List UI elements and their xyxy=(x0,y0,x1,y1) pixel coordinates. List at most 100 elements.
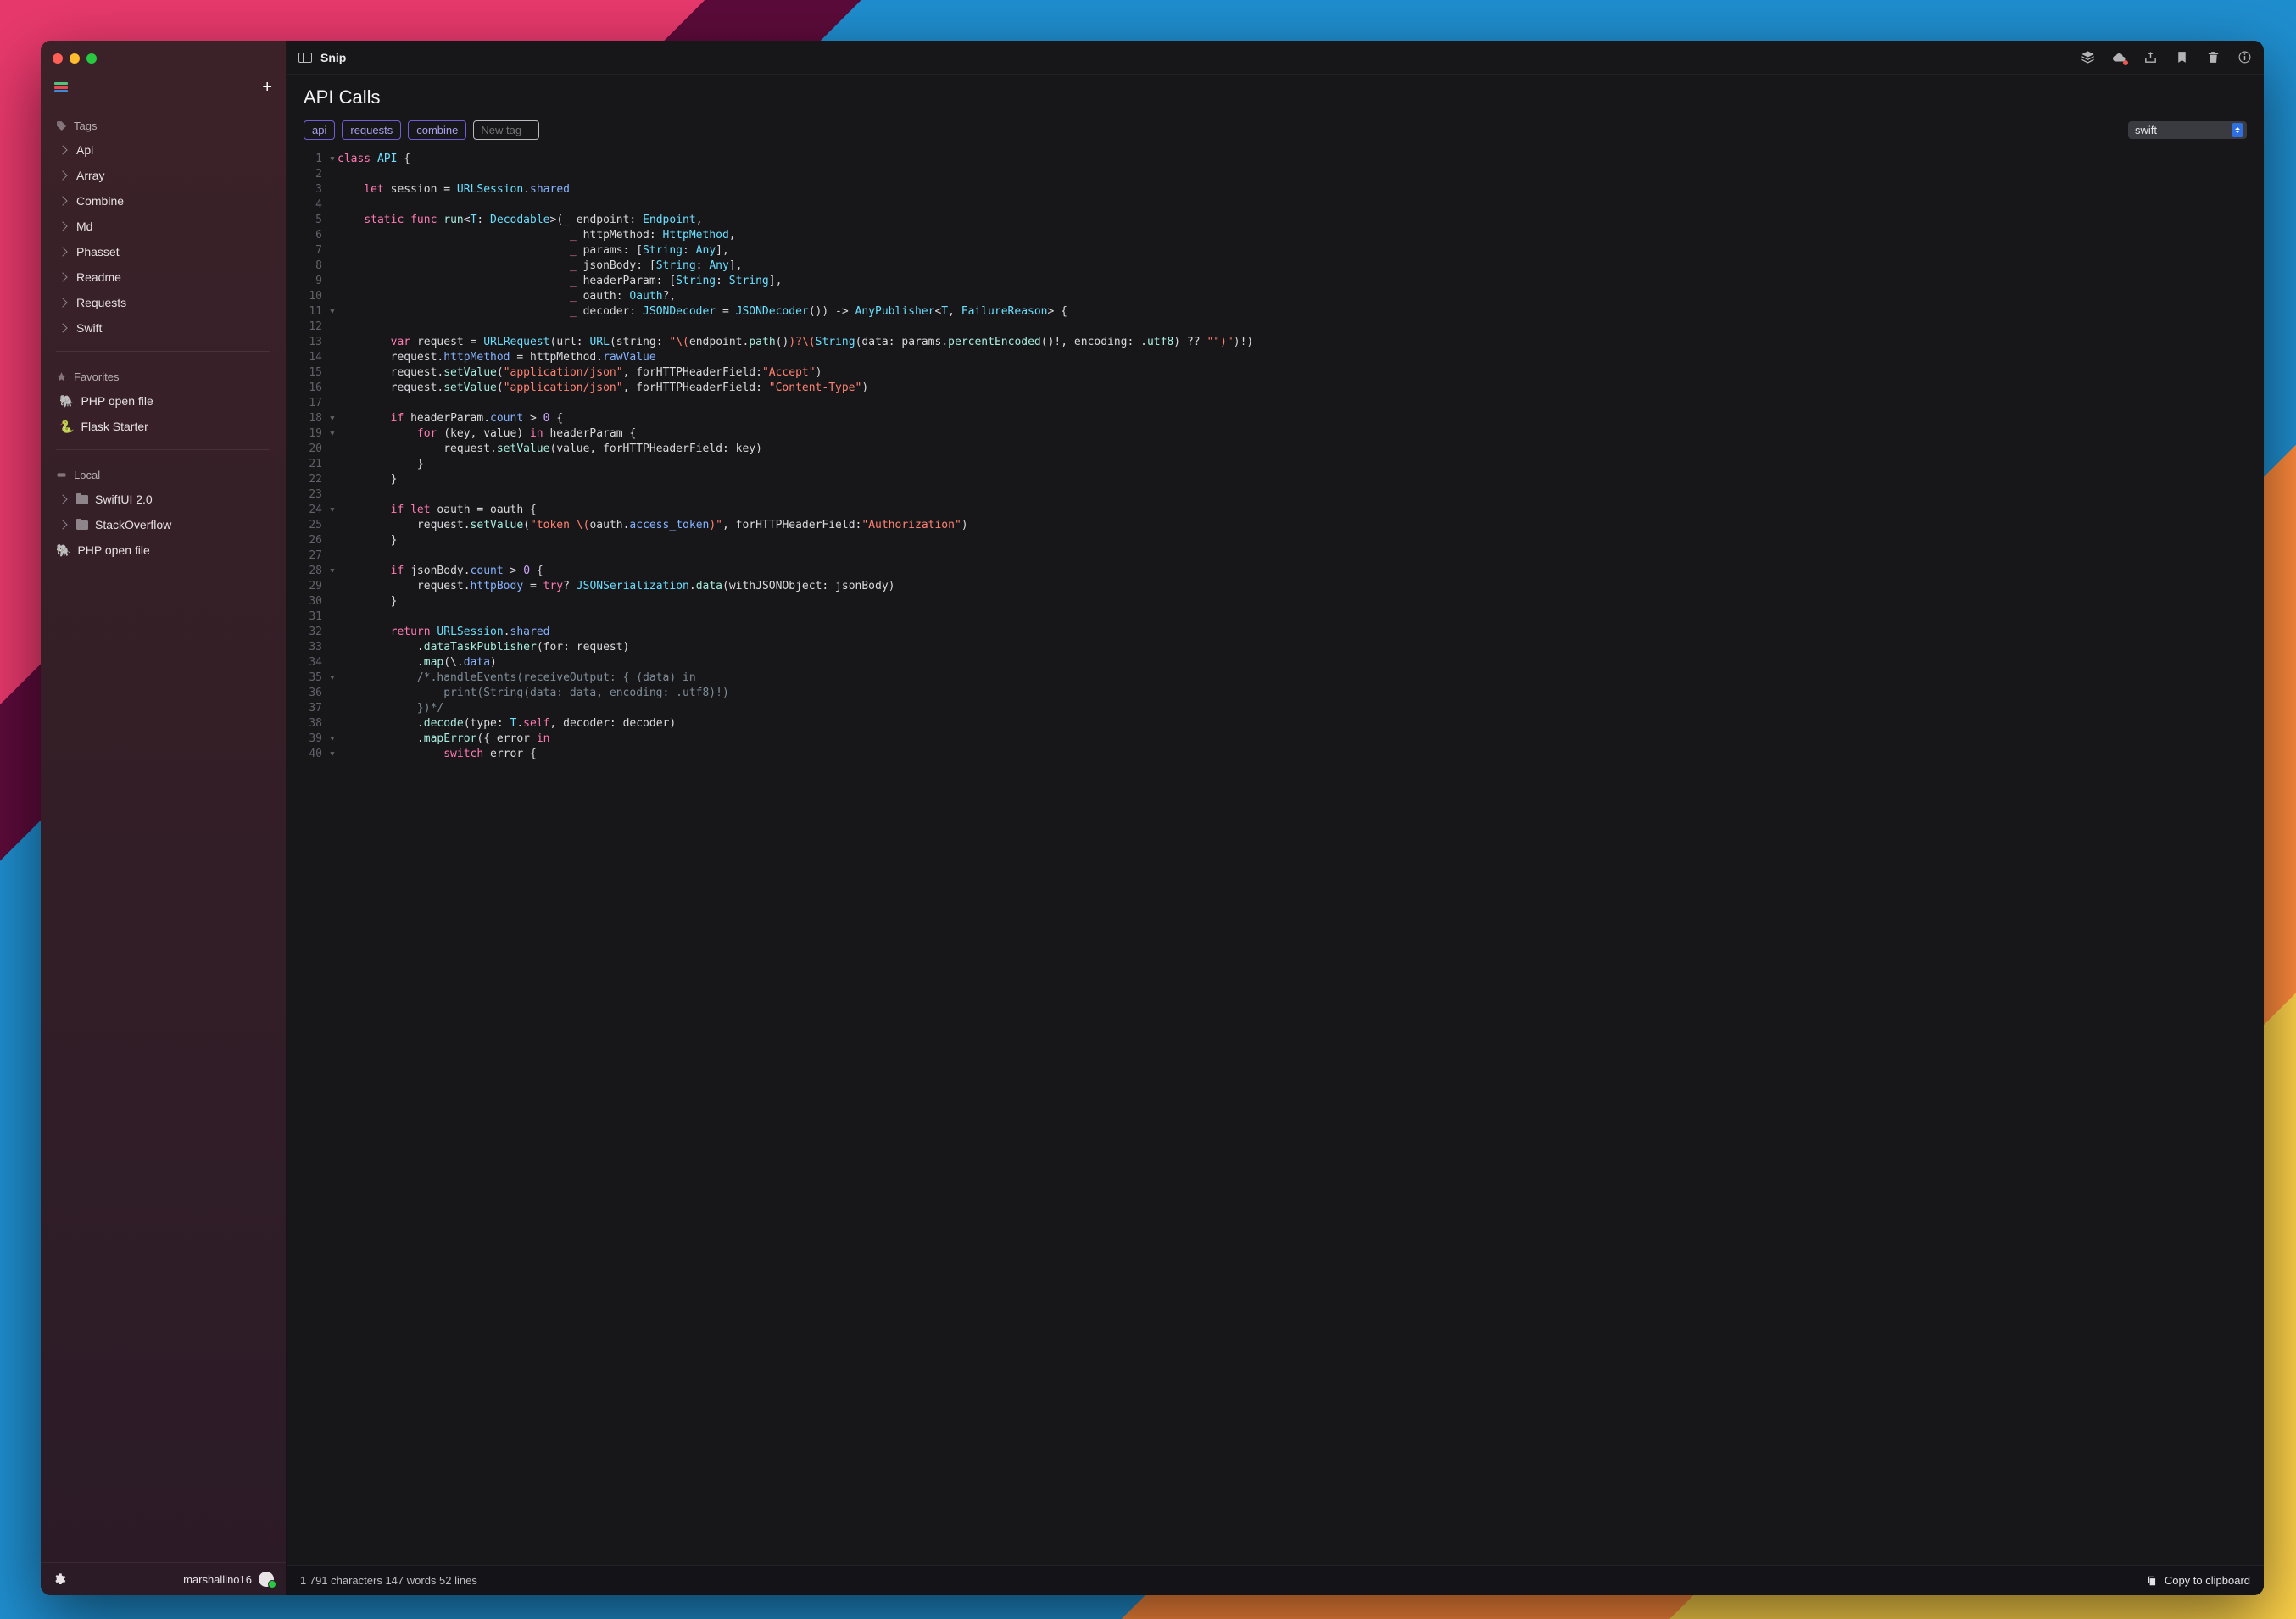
code-content[interactable]: .mapError({ error in xyxy=(337,732,2264,747)
code-content[interactable]: let session = URLSession.shared xyxy=(337,182,2264,198)
fold-toggle-icon xyxy=(329,274,337,289)
line-number: 28 xyxy=(287,564,329,579)
document-tag[interactable]: combine xyxy=(408,120,466,140)
cloud-sync-icon[interactable] xyxy=(2112,50,2126,64)
divider xyxy=(56,449,270,450)
fold-toggle-icon[interactable]: ▾ xyxy=(329,732,337,747)
sidebar-tag-phasset[interactable]: Phasset xyxy=(47,239,279,264)
code-line: 36 print(String(data: data, encoding: .u… xyxy=(287,686,2264,701)
local-item[interactable]: 🐘PHP open file xyxy=(47,537,279,563)
code-content[interactable]: request.setValue(value, forHTTPHeaderFie… xyxy=(337,442,2264,457)
fold-toggle-icon xyxy=(329,320,337,335)
code-content[interactable]: } xyxy=(337,533,2264,548)
code-content[interactable]: } xyxy=(337,457,2264,472)
code-content[interactable]: static func run<T: Decodable>(_ endpoint… xyxy=(337,213,2264,228)
sidebar-tag-combine[interactable]: Combine xyxy=(47,188,279,214)
fold-toggle-icon[interactable]: ▾ xyxy=(329,411,337,426)
code-content[interactable]: _ jsonBody: [String: Any], xyxy=(337,259,2264,274)
bookmark-icon[interactable] xyxy=(2175,50,2189,64)
code-content[interactable]: request.httpMethod = httpMethod.rawValue xyxy=(337,350,2264,365)
info-icon[interactable] xyxy=(2237,50,2252,64)
code-editor[interactable]: 1▾class API {23 let session = URLSession… xyxy=(287,147,2264,1565)
close-window-button[interactable] xyxy=(53,53,63,64)
fold-toggle-icon[interactable]: ▾ xyxy=(329,304,337,320)
code-line: 10 _ oauth: Oauth?, xyxy=(287,289,2264,304)
gear-icon[interactable] xyxy=(53,1572,66,1586)
code-content[interactable] xyxy=(337,396,2264,411)
new-tag-input[interactable] xyxy=(473,120,539,140)
code-line: 5 static func run<T: Decodable>(_ endpoi… xyxy=(287,213,2264,228)
fold-toggle-icon[interactable]: ▾ xyxy=(329,747,337,762)
sidebar-tag-requests[interactable]: Requests xyxy=(47,290,279,315)
code-content[interactable]: class API { xyxy=(337,152,2264,167)
code-content[interactable] xyxy=(337,609,2264,625)
favorite-item[interactable]: 🐘PHP open file xyxy=(47,388,279,414)
code-content[interactable]: request.setValue("application/json", for… xyxy=(337,381,2264,396)
code-content[interactable]: _ httpMethod: HttpMethod, xyxy=(337,228,2264,243)
language-select-wrap: swift xyxy=(2128,121,2247,139)
copy-to-clipboard-button[interactable]: Copy to clipboard xyxy=(2146,1574,2250,1587)
code-content[interactable]: if headerParam.count > 0 { xyxy=(337,411,2264,426)
code-content[interactable]: /*.handleEvents(receiveOutput: { (data) … xyxy=(337,670,2264,686)
code-content[interactable]: .dataTaskPublisher(for: request) xyxy=(337,640,2264,655)
code-content[interactable] xyxy=(337,167,2264,182)
code-content[interactable]: switch error { xyxy=(337,747,2264,762)
tag-icon xyxy=(56,120,67,131)
sidebar-tag-md[interactable]: Md xyxy=(47,214,279,239)
code-content[interactable]: _ headerParam: [String: String], xyxy=(337,274,2264,289)
language-select[interactable]: swift xyxy=(2128,121,2247,139)
code-content[interactable]: _ oauth: Oauth?, xyxy=(337,289,2264,304)
code-line: 19▾ for (key, value) in headerParam { xyxy=(287,426,2264,442)
code-line: 8 _ jsonBody: [String: Any], xyxy=(287,259,2264,274)
local-item[interactable]: SwiftUI 2.0 xyxy=(47,487,279,512)
code-content[interactable]: request.httpBody = try? JSONSerializatio… xyxy=(337,579,2264,594)
snippets-list-icon[interactable] xyxy=(54,82,68,92)
code-content[interactable]: request.setValue("application/json", for… xyxy=(337,365,2264,381)
code-content[interactable]: if let oauth = oauth { xyxy=(337,503,2264,518)
favorite-item[interactable]: 🐍Flask Starter xyxy=(47,414,279,439)
fold-toggle-icon[interactable]: ▾ xyxy=(329,503,337,518)
code-content[interactable] xyxy=(337,548,2264,564)
add-snippet-button[interactable]: + xyxy=(262,79,272,96)
local-heading: Local xyxy=(47,460,279,487)
layers-icon[interactable] xyxy=(2081,50,2095,64)
favorite-label: Flask Starter xyxy=(81,420,148,433)
zoom-window-button[interactable] xyxy=(86,53,97,64)
code-content[interactable]: .map(\.data) xyxy=(337,655,2264,670)
toggle-sidebar-icon[interactable] xyxy=(298,53,312,63)
fold-toggle-icon[interactable]: ▾ xyxy=(329,670,337,686)
minimize-window-button[interactable] xyxy=(70,53,80,64)
code-content[interactable]: var request = URLRequest(url: URL(string… xyxy=(337,335,2264,350)
document-tag[interactable]: api xyxy=(304,120,335,140)
sidebar-tag-readme[interactable]: Readme xyxy=(47,264,279,290)
document-title[interactable]: API Calls xyxy=(304,86,2247,108)
sidebar-tag-swift[interactable]: Swift xyxy=(47,315,279,341)
code-content[interactable]: _ decoder: JSONDecoder = JSONDecoder()) … xyxy=(337,304,2264,320)
code-content[interactable]: return URLSession.shared xyxy=(337,625,2264,640)
code-content[interactable]: request.setValue("token \(oauth.access_t… xyxy=(337,518,2264,533)
code-content[interactable]: if jsonBody.count > 0 { xyxy=(337,564,2264,579)
code-content[interactable]: .decode(type: T.self, decoder: decoder) xyxy=(337,716,2264,732)
fold-toggle-icon[interactable]: ▾ xyxy=(329,152,337,167)
chevron-right-icon xyxy=(58,298,67,307)
fold-toggle-icon[interactable]: ▾ xyxy=(329,426,337,442)
code-content[interactable] xyxy=(337,320,2264,335)
code-content[interactable]: for (key, value) in headerParam { xyxy=(337,426,2264,442)
sidebar-tag-api[interactable]: Api xyxy=(47,137,279,163)
code-content[interactable] xyxy=(337,487,2264,503)
code-content[interactable]: print(String(data: data, encoding: .utf8… xyxy=(337,686,2264,701)
github-icon xyxy=(259,1572,274,1587)
trash-icon[interactable] xyxy=(2206,50,2221,64)
fold-toggle-icon[interactable]: ▾ xyxy=(329,564,337,579)
document-tag[interactable]: requests xyxy=(342,120,401,140)
local-item[interactable]: StackOverflow xyxy=(47,512,279,537)
code-content[interactable]: })*/ xyxy=(337,701,2264,716)
code-content[interactable] xyxy=(337,198,2264,213)
code-content[interactable]: } xyxy=(337,472,2264,487)
code-content[interactable]: _ params: [String: Any], xyxy=(337,243,2264,259)
share-icon[interactable] xyxy=(2143,50,2158,64)
code-content[interactable]: } xyxy=(337,594,2264,609)
github-account[interactable]: marshallino16 xyxy=(183,1572,274,1587)
sidebar-tag-array[interactable]: Array xyxy=(47,163,279,188)
line-number: 2 xyxy=(287,167,329,182)
